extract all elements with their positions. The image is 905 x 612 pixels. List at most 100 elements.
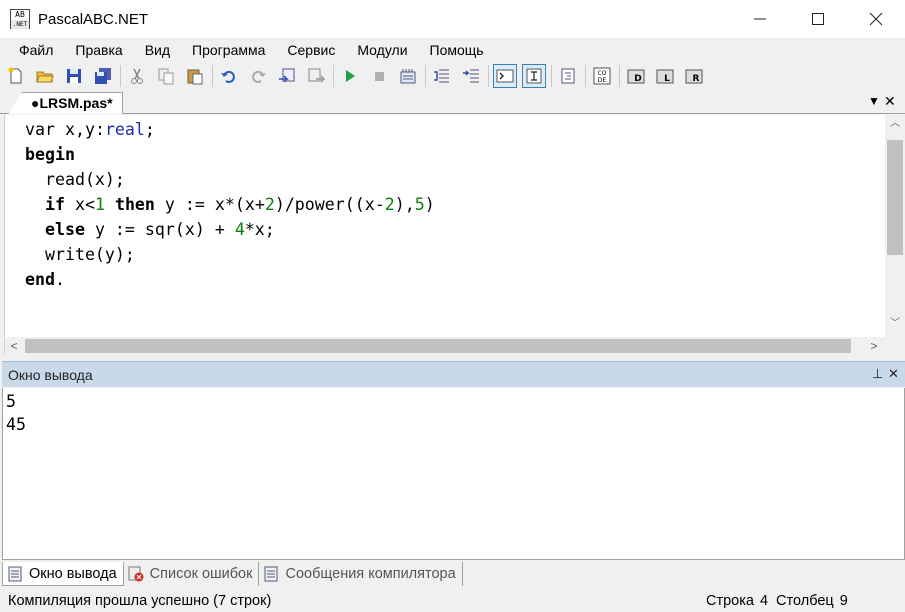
tab-output-window[interactable]: Окно вывода (2, 562, 124, 586)
help-d-button[interactable]: D (624, 64, 648, 88)
code-line[interactable]: else y := sqr(x) + 4*x; (25, 217, 435, 242)
help-r-button[interactable]: R (682, 64, 706, 88)
menu-help[interactable]: Помощь (419, 38, 495, 62)
paste-icon (187, 69, 203, 85)
new-file-button[interactable] (4, 64, 28, 88)
cursor-position: Строка 4 Столбец 9 (706, 593, 854, 609)
pin-icon[interactable]: ⊥ (872, 366, 883, 382)
maximize-button[interactable] (789, 0, 847, 38)
minimize-icon (754, 18, 766, 20)
status-message: Компиляция прошла успешно (7 строк) (8, 592, 272, 609)
text-cursor-icon (526, 68, 542, 84)
toolbar-separator (120, 65, 121, 87)
scrollbar-corner (885, 337, 905, 355)
toolbar-separator (551, 65, 552, 87)
undo-button[interactable] (217, 64, 241, 88)
menu-edit[interactable]: Правка (64, 38, 133, 62)
tab-lrsm-pas[interactable]: ●LRSM.pas* (8, 92, 123, 114)
toolbar-separator (488, 65, 489, 87)
scroll-up-icon[interactable]: ︿ (885, 115, 905, 133)
tab-compiler-messages[interactable]: Сообщения компилятора (259, 562, 463, 586)
svg-text:CO: CO (598, 70, 607, 77)
editor-tabs: ●LRSM.pas* ▼ ✕ (0, 91, 905, 114)
code-line[interactable]: if x<1 then y := x*(x+2)/power((x-2),5) (25, 192, 435, 217)
output-line: 45 (6, 415, 26, 434)
title-bar: AB .NET PascalABC.NET (0, 0, 905, 38)
horizontal-scroll-thumb[interactable] (25, 339, 851, 353)
compile-button[interactable] (396, 64, 420, 88)
menu-bar: Файл Правка Вид Программа Сервис Модули … (0, 38, 905, 62)
code-line[interactable]: var x,y:real; (25, 117, 435, 142)
maximize-icon (812, 13, 824, 25)
save-all-button[interactable] (91, 64, 115, 88)
save-button[interactable] (62, 64, 86, 88)
output-window[interactable]: 5 45 (2, 388, 905, 560)
minimize-button[interactable] (731, 0, 789, 38)
toolbar: CO DE D L R (0, 62, 905, 90)
tab-error-list[interactable]: Список ошибок (124, 562, 260, 586)
error-list-icon (128, 566, 144, 582)
app-window: AB .NET PascalABC.NET Файл Правка Вид Пр… (0, 0, 905, 612)
close-icon (869, 12, 883, 26)
debug-step-over-icon (463, 69, 479, 83)
scroll-left-icon[interactable]: < (5, 337, 23, 355)
vertical-scrollbar[interactable]: ︿ ﹀ (885, 115, 905, 337)
navigate-back-icon (279, 68, 295, 83)
toolbar-separator (333, 65, 334, 87)
close-panel-icon[interactable]: ✕ (888, 366, 899, 382)
svg-text:R: R (693, 74, 700, 84)
text-cursor-button[interactable] (522, 64, 546, 88)
tab-list-dropdown-icon[interactable]: ▼ (868, 94, 880, 108)
open-button[interactable] (33, 64, 57, 88)
horizontal-scrollbar[interactable]: < > (5, 337, 886, 355)
menu-program[interactable]: Программа (181, 38, 276, 62)
output-console-button[interactable] (493, 64, 517, 88)
help-l-button[interactable]: L (653, 64, 677, 88)
new-file-icon (8, 67, 22, 84)
menu-view[interactable]: Вид (134, 38, 181, 62)
save-all-icon (95, 68, 111, 84)
navigate-forward-button[interactable] (304, 64, 328, 88)
vertical-scroll-thumb[interactable] (887, 140, 903, 255)
debug-step-over-button[interactable] (459, 64, 483, 88)
menu-file[interactable]: Файл (8, 38, 64, 62)
toolbar-separator (212, 65, 213, 87)
scroll-down-icon[interactable]: ﹀ (885, 315, 905, 333)
close-button[interactable] (847, 0, 905, 38)
debug-step-button[interactable] (430, 64, 454, 88)
open-folder-icon (36, 71, 54, 83)
svg-text:D: D (634, 74, 641, 84)
code-line[interactable]: read(x); (25, 167, 435, 192)
code-template-button[interactable]: CO DE (590, 64, 614, 88)
code-text[interactable]: var x,y:real; begin read(x); if x<1 then … (25, 117, 435, 292)
code-line[interactable]: begin (25, 142, 435, 167)
stop-button[interactable] (367, 64, 391, 88)
toolbar-separator (425, 65, 426, 87)
scroll-right-icon[interactable]: > (865, 337, 883, 355)
code-line[interactable]: end. (25, 267, 435, 292)
paste-button[interactable] (183, 64, 207, 88)
toolbar-separator (585, 65, 586, 87)
code-editor[interactable]: var x,y:real; begin read(x); if x<1 then … (4, 115, 905, 355)
code-line[interactable]: write(y); (25, 242, 435, 267)
redo-button[interactable] (246, 64, 270, 88)
copy-button[interactable] (154, 64, 178, 88)
navigate-back-button[interactable] (275, 64, 299, 88)
bottom-panel-tabs: Окно вывода Список ошибок Сообщения комп… (2, 561, 905, 587)
cut-button[interactable] (125, 64, 149, 88)
output-console-icon (496, 69, 514, 83)
debug-step-icon (434, 69, 449, 83)
help-l-icon: L (656, 69, 674, 84)
undo-icon (221, 70, 235, 83)
column-label: Столбец (776, 592, 834, 609)
close-tab-icon[interactable]: ✕ (884, 93, 896, 110)
menu-modules[interactable]: Модули (346, 38, 418, 62)
format-code-icon (561, 68, 575, 84)
output-line: 5 (6, 392, 16, 411)
format-code-button[interactable] (556, 64, 580, 88)
code-template-icon: CODE (593, 67, 611, 85)
run-button[interactable] (338, 64, 362, 88)
svg-text:DE: DE (598, 77, 607, 84)
menu-service[interactable]: Сервис (276, 38, 346, 62)
navigate-forward-icon (308, 68, 325, 83)
